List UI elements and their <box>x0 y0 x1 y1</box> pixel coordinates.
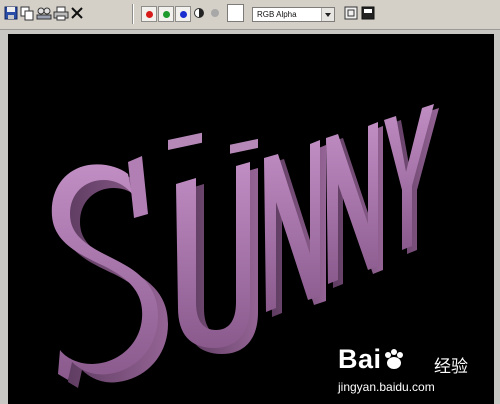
watermark-suffix: 经验 <box>434 357 468 376</box>
red-channel-icon <box>146 11 153 18</box>
toggle-ui-overlay-icon[interactable] <box>344 6 358 20</box>
clone-window-icon[interactable] <box>36 5 52 21</box>
color-swatch[interactable] <box>227 4 244 22</box>
display-channel-select[interactable]: RGB Alpha <box>252 7 335 22</box>
display-alpha-as-mono-icon[interactable] <box>361 6 375 20</box>
blue-channel-icon <box>180 11 187 18</box>
display-channel-value: RGB Alpha <box>257 10 297 19</box>
save-image-icon[interactable] <box>3 5 19 21</box>
red-channel-toggle[interactable] <box>141 6 157 22</box>
green-channel-toggle[interactable] <box>158 6 174 22</box>
clear-icon[interactable] <box>69 5 85 21</box>
letter-n-shape <box>264 140 326 317</box>
chevron-down-icon <box>321 8 334 21</box>
blue-channel-toggle[interactable] <box>175 6 191 22</box>
letter-y-shape <box>384 104 439 254</box>
render-viewport: Bai 经验 jingyan.baidu.com <box>8 34 494 404</box>
watermark-url: jingyan.baidu.com <box>338 380 435 394</box>
paw-icon <box>384 349 403 369</box>
letter-u-shape <box>168 132 258 354</box>
watermark-brand: Bai <box>338 344 406 375</box>
render-toolbar: RGB Alpha <box>0 0 500 30</box>
green-channel-icon <box>163 11 170 18</box>
print-icon[interactable] <box>53 5 69 21</box>
copy-image-icon[interactable] <box>19 5 35 21</box>
toolbar-separator <box>132 4 133 24</box>
letter-s-shape <box>51 156 168 388</box>
mono-channel-icon[interactable] <box>209 7 221 19</box>
alpha-channel-icon[interactable] <box>193 7 205 19</box>
watermark: Bai 经验 jingyan.baidu.com <box>338 340 488 398</box>
letter-n2-shape <box>326 122 383 288</box>
